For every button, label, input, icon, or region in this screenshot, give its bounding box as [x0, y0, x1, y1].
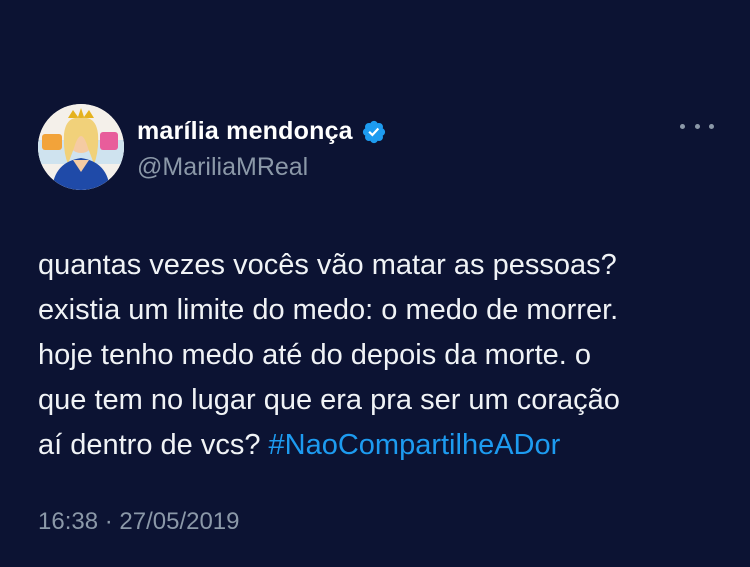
- user-handle[interactable]: @MariliaMReal: [137, 153, 387, 182]
- hashtag-link[interactable]: #NaoCompartilheADor: [269, 429, 561, 461]
- tweet-text-line: hoje tenho medo até do depois da morte. …: [38, 339, 591, 371]
- more-options-button[interactable]: [680, 116, 714, 136]
- tweet-text-line: existia um limite do medo: o medo de mor…: [38, 294, 619, 326]
- more-horizontal-icon: [709, 123, 714, 129]
- tweet-timestamp[interactable]: 16:38 · 27/05/2019: [38, 508, 240, 536]
- avatar[interactable]: [38, 104, 124, 190]
- tweet-text-line: que tem no lugar que era pra ser um cora…: [38, 384, 620, 416]
- tweet-text: quantas vezes vocês vão matar as pessoas…: [38, 243, 738, 468]
- profile-photo-icon: [38, 104, 124, 190]
- tweet-header: marília mendonça @MariliaMReal: [38, 104, 387, 190]
- display-name[interactable]: marília mendonça: [137, 117, 353, 146]
- author-info: marília mendonça @MariliaMReal: [137, 113, 387, 182]
- more-horizontal-icon: [694, 123, 700, 129]
- tweet-text-line: aí dentro de vcs?: [38, 429, 269, 461]
- tweet-text-last-line: aí dentro de vcs? #NaoCompartilheADor: [38, 423, 738, 468]
- name-row: marília mendonça: [137, 113, 387, 151]
- more-horizontal-icon: [680, 123, 685, 129]
- verified-badge-icon: [361, 119, 387, 145]
- tweet-card: marília mendonça @MariliaMReal quantas v…: [0, 0, 750, 567]
- tweet-text-line: quantas vezes vocês vão matar as pessoas…: [38, 249, 617, 281]
